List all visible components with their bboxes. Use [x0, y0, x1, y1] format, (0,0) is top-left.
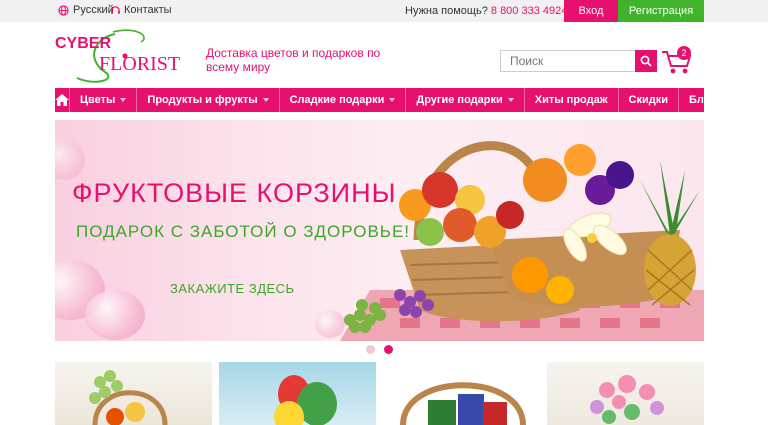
logo[interactable]: CYBER FLORIST	[55, 28, 195, 86]
search-icon	[640, 55, 652, 67]
nav-item-other[interactable]: Другие подарки	[406, 88, 525, 112]
product-image	[400, 382, 526, 425]
nav-item-label: Хиты продаж	[534, 94, 608, 106]
product-card[interactable]	[55, 362, 212, 425]
cart-count-badge: 2	[677, 46, 691, 60]
globe-icon	[58, 4, 69, 16]
top-bar: Русский Контакты Нужна помощь? 8 800 333…	[0, 0, 768, 22]
contacts-link[interactable]: Контакты	[110, 4, 172, 16]
register-button[interactable]: Регистрация	[618, 0, 704, 22]
nav-item-label: Сладкие подарки	[289, 94, 385, 106]
banner-subtitle: ПОДАРОК С ЗАБОТОЙ О ЗДОРОВЬЕ!	[76, 222, 411, 241]
login-button[interactable]: Вход	[564, 0, 618, 22]
headset-icon	[111, 5, 120, 14]
product-card[interactable]	[547, 362, 704, 425]
chevron-down-icon	[120, 98, 127, 102]
logo-text-florist: FLORIST	[99, 53, 180, 75]
slider-dot-1[interactable]	[366, 345, 375, 354]
petal-decoration	[55, 140, 85, 180]
contacts-label: Контакты	[124, 4, 172, 16]
nav-item-sweets[interactable]: Сладкие подарки	[280, 88, 407, 112]
chevron-down-icon	[389, 98, 396, 102]
language-selector[interactable]: Русский	[58, 4, 114, 16]
product-card[interactable]	[219, 362, 376, 425]
chevron-down-icon	[262, 98, 269, 102]
nav-item-blog[interactable]: Блог	[679, 88, 725, 112]
phone-number[interactable]: 8 800 333 4924	[491, 5, 567, 17]
logo-text-cyber: CYBER	[55, 35, 111, 52]
nav-item-bestsellers[interactable]: Хиты продаж	[525, 88, 619, 112]
main-nav: Цветы Продукты и фрукты Сладкие подарки …	[55, 88, 715, 112]
product-image	[590, 375, 664, 424]
search-input[interactable]	[500, 50, 636, 72]
nav-item-label: Скидки	[628, 94, 668, 106]
banner-cta-link[interactable]: ЗАКАЖИТЕ ЗДЕСЬ	[170, 281, 295, 296]
search-button[interactable]	[635, 50, 657, 72]
language-label: Русский	[73, 4, 114, 16]
help-label: Нужна помощь?	[405, 5, 488, 17]
home-icon	[55, 94, 69, 106]
nav-item-label: Продукты и фрукты	[147, 94, 258, 106]
nav-home[interactable]	[55, 88, 70, 112]
product-card[interactable]	[383, 362, 540, 425]
help-info: Нужна помощь? 8 800 333 4924	[405, 5, 567, 17]
slider-dot-2[interactable]	[384, 345, 393, 354]
nav-item-flowers[interactable]: Цветы	[70, 88, 138, 112]
nav-item-label: Блог	[689, 94, 716, 106]
petal-decoration	[85, 290, 145, 340]
nav-item-label: Другие подарки	[416, 94, 503, 106]
nav-item-food[interactable]: Продукты и фрукты	[137, 88, 280, 112]
slider-dots	[366, 345, 393, 354]
product-image	[89, 370, 168, 425]
nav-item-label: Цветы	[80, 94, 116, 106]
banner-title: ФРУКТОВЫЕ КОРЗИНЫ	[72, 178, 397, 208]
product-image	[274, 375, 337, 425]
nav-item-sale[interactable]: Скидки	[619, 88, 679, 112]
tagline: Доставка цветов и подарков по всему миру	[206, 46, 381, 74]
chevron-down-icon	[507, 98, 514, 102]
